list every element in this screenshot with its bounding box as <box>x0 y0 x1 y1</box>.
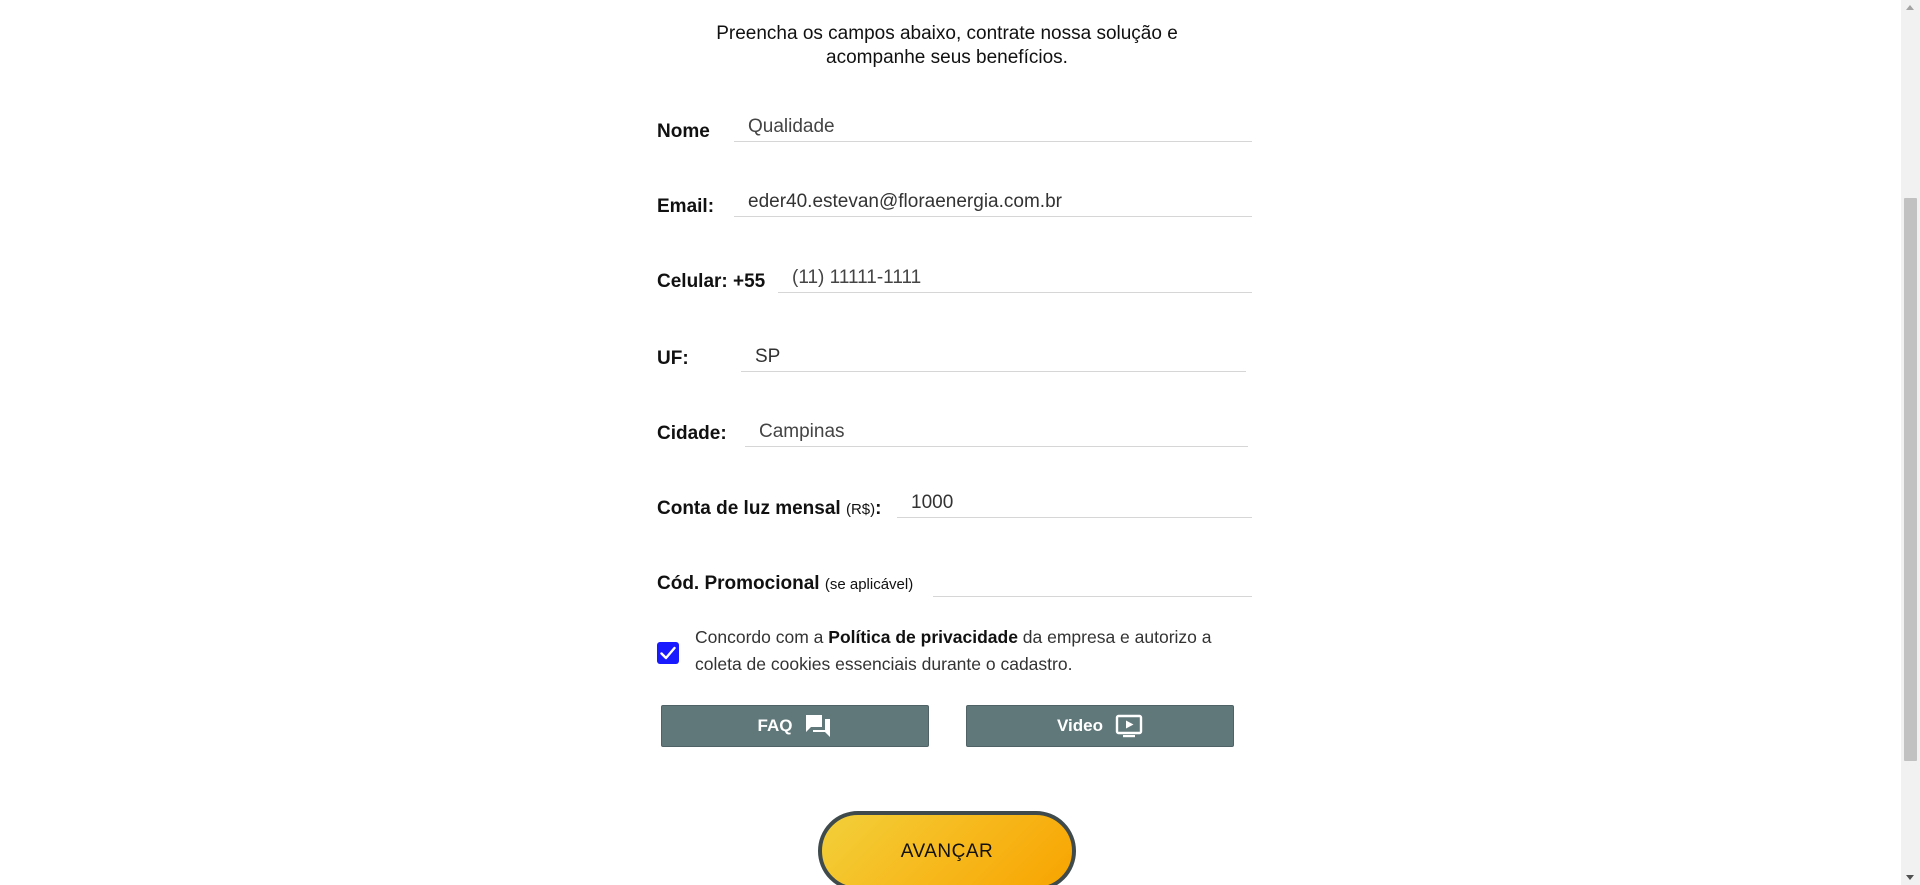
cidade-input[interactable]: Campinas <box>745 419 1248 447</box>
celular-input[interactable]: (11) 11111-1111 <box>778 265 1252 293</box>
chat-bubbles-icon <box>806 715 831 737</box>
cidade-label: Cidade: <box>657 423 727 444</box>
video-button-label: Video <box>1057 716 1103 735</box>
privacy-checkbox[interactable] <box>657 642 679 664</box>
scroll-thumb[interactable] <box>1904 198 1917 761</box>
uf-select[interactable]: SP <box>741 344 1246 372</box>
celular-label: Celular: +55 <box>657 271 766 292</box>
promo-label-text: Cód. Promocional <box>657 573 820 594</box>
nome-input[interactable]: Qualidade <box>734 114 1252 142</box>
privacy-policy-link[interactable]: Política de privacidade <box>828 627 1018 647</box>
conta-label-unit: (R$) <box>845 501 876 518</box>
video-button[interactable]: Video <box>966 705 1234 747</box>
conta-label-colon: : <box>875 498 882 519</box>
conta-input[interactable]: 1000 <box>897 490 1252 518</box>
promo-label-note: (se aplicável) <box>824 576 914 593</box>
faq-button-label: FAQ <box>757 716 793 735</box>
nome-label: Nome <box>657 121 710 142</box>
promo-input[interactable] <box>933 569 1252 597</box>
email-label: Email: <box>657 196 715 217</box>
uf-label: UF: <box>657 348 689 369</box>
signup-page: Preencha os campos abaixo, contrate noss… <box>0 0 1920 885</box>
checkmark-icon <box>660 646 676 660</box>
scrollbar[interactable] <box>1901 0 1920 885</box>
scroll-down-icon[interactable] <box>1906 875 1914 880</box>
advance-button[interactable]: AVANÇAR <box>818 811 1076 885</box>
play-screen-icon <box>1115 714 1143 738</box>
intro-line-2: acompanhe seus benefícios. <box>826 47 1068 68</box>
consent-text: Concordo com a Política de privacidade d… <box>695 624 1235 678</box>
conta-label-text: Conta de luz mensal <box>657 498 841 519</box>
intro-line-1: Preencha os campos abaixo, contrate noss… <box>716 23 1178 44</box>
faq-button[interactable]: FAQ <box>661 705 929 747</box>
intro-text: Preencha os campos abaixo, contrate noss… <box>0 22 1894 70</box>
consent-prefix: Concordo com a <box>695 627 829 647</box>
scroll-up-icon[interactable] <box>1906 5 1914 10</box>
promo-label: Cód. Promocional (se aplicável) <box>657 573 913 595</box>
email-input[interactable]: eder40.estevan@floraenergia.com.br <box>734 189 1252 217</box>
conta-label: Conta de luz mensal (R$): <box>657 498 881 520</box>
